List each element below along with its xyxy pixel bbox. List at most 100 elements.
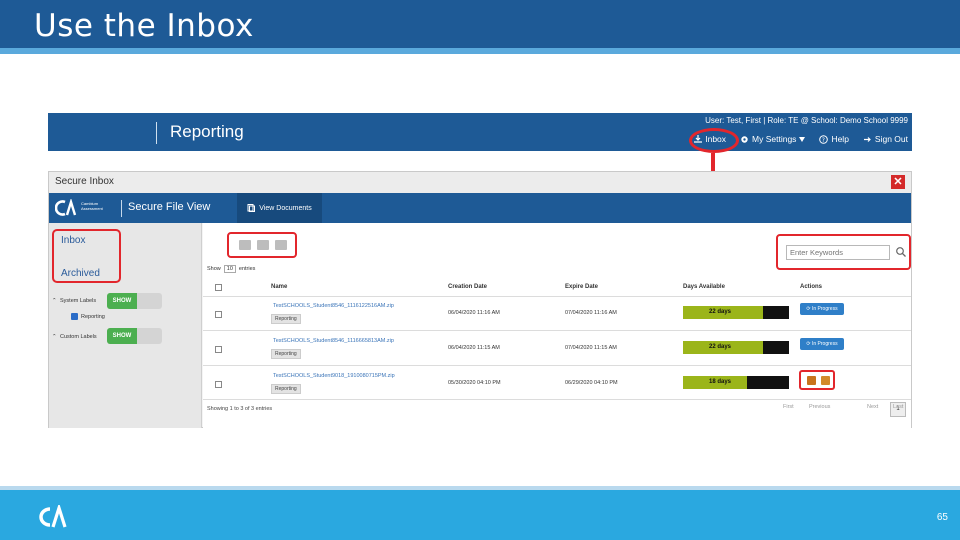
secure-file-view-title: Secure File View [128, 201, 211, 213]
ca-logo-icon [55, 199, 77, 216]
ca-logo-icon [39, 505, 67, 528]
label-tag: Reporting [271, 314, 301, 324]
in-progress-button[interactable]: ⟳ In Progress [800, 338, 844, 350]
days-available-label: 22 days [709, 309, 732, 315]
days-available-bar: 22 days [683, 306, 789, 319]
file-name-link[interactable]: TestSCHOOLS_Student8546_1116665813AM.zip [273, 338, 394, 344]
creation-date: 06/04/2020 11:15 AM [448, 345, 500, 351]
show-prefix: Show [207, 266, 221, 272]
label-tag: Reporting [271, 349, 301, 359]
expire-date: 07/04/2020 11:16 AM [565, 310, 617, 316]
header-divider [156, 122, 157, 144]
pager-last[interactable]: Last [893, 404, 903, 410]
pager-previous[interactable]: Previous [809, 404, 830, 410]
header-rule [203, 296, 911, 297]
help-icon: ? [819, 134, 829, 143]
row-checkbox[interactable] [215, 346, 222, 353]
caret-down-icon [799, 136, 806, 142]
view-documents-tab[interactable]: View Documents [237, 193, 322, 223]
file-name-link[interactable]: TestSCHOOLS_Student8546_1116122516AM.zip [273, 303, 394, 309]
sidebar-item-archived[interactable]: Archived [61, 268, 100, 279]
search-icon[interactable] [895, 245, 907, 259]
page-number: 65 [936, 512, 948, 523]
gear-icon [741, 135, 748, 143]
signout-label: Sign Out [874, 134, 908, 144]
column-header-expire-date[interactable]: Expire Date [565, 284, 598, 290]
reporting-label: Reporting [81, 314, 105, 320]
sign-out-icon [863, 136, 871, 142]
trash-icon[interactable] [275, 240, 287, 250]
days-available-bar: 18 days [683, 376, 789, 389]
header-accent-line [0, 48, 960, 54]
row-checkbox[interactable] [215, 311, 222, 318]
select-all-checkbox[interactable] [215, 284, 222, 291]
search-input[interactable] [786, 245, 890, 260]
folder-sidebar: Inbox Archived ⌃ System Labels SHOW Repo… [49, 223, 202, 428]
row-checkbox[interactable] [215, 381, 222, 388]
view-documents-label: View Documents [259, 204, 312, 212]
column-header-days-available[interactable]: Days Available [683, 284, 725, 290]
creation-date: 05/30/2020 04:10 PM [448, 380, 501, 386]
inbox-highlight-oval [689, 128, 739, 153]
row-divider [203, 365, 911, 366]
entries-select[interactable]: 10 [223, 265, 236, 273]
column-header-name[interactable]: Name [271, 284, 287, 290]
dialog-band: Cambium Assessment Secure File View View… [49, 193, 911, 223]
row-divider [203, 399, 911, 400]
secure-inbox-dialog: Secure Inbox ✕ Cambium Assessment Secure… [48, 171, 912, 428]
app-header: Reporting User: Test, First | Role: TE @… [48, 113, 912, 151]
archive-icon[interactable] [807, 376, 816, 385]
settings-label: My Settings [752, 134, 797, 144]
file-name-link[interactable]: TestSCHOOLS_Student9018_1910080715PM.zip [273, 373, 395, 379]
svg-text:?: ? [822, 136, 825, 143]
system-labels-heading: System Labels [60, 298, 97, 304]
documents-icon [247, 204, 256, 212]
column-header-actions: Actions [800, 284, 823, 290]
slide-title: Use the Inbox [34, 8, 254, 44]
show-label: SHOW [107, 328, 137, 344]
brand-text: Cambium Assessment [81, 201, 103, 211]
days-available-label: 18 days [709, 379, 732, 385]
custom-labels-show-toggle[interactable]: SHOW [107, 328, 162, 344]
dialog-title: Secure Inbox [55, 176, 114, 187]
close-icon[interactable]: ✕ [891, 175, 905, 189]
archive-icon[interactable] [257, 240, 269, 250]
expire-date: 06/29/2020 04:10 PM [565, 380, 618, 386]
reporting-checkbox[interactable] [71, 313, 78, 320]
column-header-creation-date[interactable]: Creation Date [448, 284, 487, 290]
creation-date: 06/04/2020 11:16 AM [448, 310, 500, 316]
label-tag: Reporting [271, 384, 301, 394]
slide: Use the Inbox Reporting User: Test, Firs… [0, 0, 960, 540]
help-label: Help [831, 134, 849, 144]
file-table-panel: Show 10 entries Name Creation Date Expir… [203, 223, 911, 428]
system-labels-show-toggle[interactable]: SHOW [107, 293, 162, 309]
entries-info: Showing 1 to 3 of 3 entries [207, 406, 273, 412]
sidebar-item-inbox[interactable]: Inbox [61, 235, 85, 246]
band-divider [121, 200, 122, 217]
signout-menu-item[interactable]: Sign Out [863, 134, 908, 144]
show-suffix: entries [238, 266, 256, 272]
action-label: In Progress [812, 341, 838, 347]
dialog-titlebar: Secure Inbox ✕ [49, 172, 911, 193]
help-menu-item[interactable]: ? Help [819, 134, 849, 144]
system-labels-caret: ⌃ [52, 298, 57, 304]
pager-next[interactable]: Next [867, 404, 878, 410]
row-divider [203, 330, 911, 331]
row-actions-highlight-box [799, 370, 835, 390]
show-entries-control: Show 10 entries [207, 265, 255, 273]
show-label: SHOW [107, 293, 137, 309]
action-label: In Progress [812, 306, 838, 312]
custom-labels-heading: Custom Labels [60, 334, 97, 340]
in-progress-button[interactable]: ⟳ In Progress [800, 303, 844, 315]
label-icon[interactable] [239, 240, 251, 250]
pager-first[interactable]: First [783, 404, 794, 410]
app-title: Reporting [170, 122, 244, 141]
days-available-label: 22 days [709, 344, 732, 350]
slide-footer [0, 490, 960, 540]
days-available-bar: 22 days [683, 341, 789, 354]
trash-icon[interactable] [821, 376, 830, 385]
search-highlight-box [776, 234, 911, 270]
bulk-actions-toolbar [227, 232, 297, 258]
settings-menu-item[interactable]: My Settings [740, 134, 806, 144]
expire-date: 07/04/2020 11:15 AM [565, 345, 617, 351]
